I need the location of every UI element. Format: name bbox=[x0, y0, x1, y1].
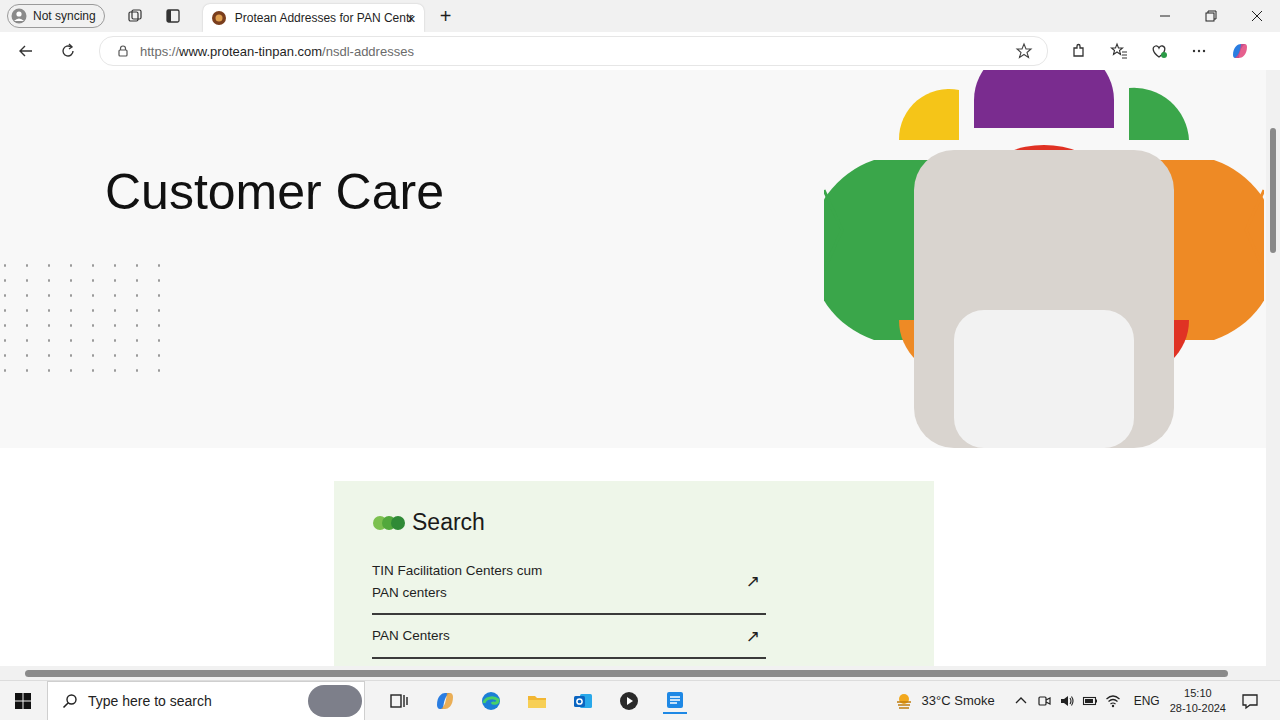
arrow-icon: ↗ bbox=[746, 571, 760, 592]
volume-icon[interactable] bbox=[1059, 693, 1075, 709]
horizontal-scrollbar[interactable] bbox=[0, 666, 1280, 680]
taskbar: Type here to search 33°C Smoke ENG 15:10… bbox=[0, 680, 1280, 720]
extensions-icon[interactable] bbox=[1070, 42, 1088, 60]
tab-bar: Not syncing Protean Addresses for PAN Ce… bbox=[0, 0, 1280, 32]
search-placeholder: Type here to search bbox=[88, 693, 212, 709]
clock-date: 28-10-2024 bbox=[1170, 701, 1226, 716]
search-title: Search bbox=[412, 509, 485, 536]
battery-icon[interactable] bbox=[1082, 693, 1098, 709]
customer-care-illustration bbox=[824, 70, 1264, 448]
file-explorer-icon[interactable] bbox=[525, 689, 549, 713]
refresh-icon[interactable] bbox=[59, 42, 77, 60]
clock[interactable]: 15:10 28-10-2024 bbox=[1170, 686, 1226, 716]
favicon-icon bbox=[211, 10, 227, 26]
minimize-icon[interactable] bbox=[1142, 1, 1188, 31]
brand-dots-icon bbox=[372, 515, 406, 531]
notifications-icon[interactable] bbox=[1240, 691, 1260, 711]
search-highlight-image bbox=[308, 685, 362, 717]
page-viewport: Customer Care Search TIN Facilitation Ce… bbox=[0, 70, 1280, 680]
new-tab-button[interactable]: + bbox=[440, 5, 452, 28]
workspaces-icon[interactable] bbox=[127, 8, 143, 24]
profile-button[interactable]: Not syncing bbox=[7, 4, 105, 28]
taskbar-search[interactable]: Type here to search bbox=[47, 681, 365, 720]
vertical-scrollbar[interactable] bbox=[1266, 70, 1280, 666]
scroll-thumb[interactable] bbox=[25, 670, 1228, 677]
close-icon[interactable] bbox=[1234, 1, 1280, 31]
windows-start-icon[interactable] bbox=[14, 692, 32, 710]
illustration-image-icon bbox=[824, 70, 1264, 448]
haze-weather-icon bbox=[894, 691, 914, 711]
weather-text: 33°C Smoke bbox=[922, 693, 995, 708]
tab-close-button[interactable]: × bbox=[407, 10, 416, 27]
url-text: https://www.protean-tinpan.com/nsdl-addr… bbox=[140, 44, 414, 59]
address-bar[interactable]: https://www.protean-tinpan.com/nsdl-addr… bbox=[99, 36, 1048, 66]
notes-app-icon[interactable] bbox=[663, 688, 687, 714]
dot-pattern bbox=[0, 258, 165, 373]
avatar-icon bbox=[11, 8, 27, 24]
task-view-icon[interactable] bbox=[387, 689, 411, 713]
show-hidden-icons-icon[interactable] bbox=[1013, 693, 1029, 709]
weather-widget[interactable]: 33°C Smoke bbox=[894, 691, 995, 711]
more-icon[interactable] bbox=[1190, 42, 1208, 60]
hero-banner: Customer Care bbox=[0, 70, 1266, 448]
copilot-app-icon[interactable] bbox=[433, 689, 457, 713]
clock-time: 15:10 bbox=[1184, 686, 1212, 701]
profile-label: Not syncing bbox=[33, 9, 96, 23]
page-heading: Customer Care bbox=[0, 70, 444, 222]
tab-actions-icon[interactable] bbox=[165, 8, 181, 24]
media-player-icon[interactable] bbox=[617, 689, 641, 713]
toolbar: https://www.protean-tinpan.com/nsdl-addr… bbox=[0, 32, 1280, 70]
search-link[interactable]: PAN Centers ↗ bbox=[372, 615, 766, 659]
search-card: Search TIN Facilitation Centers cum PAN … bbox=[334, 481, 934, 666]
scroll-thumb[interactable] bbox=[1270, 128, 1276, 253]
copilot-icon[interactable] bbox=[1230, 41, 1250, 61]
search-link[interactable]: TIN Facilitation Centers cum PAN centers… bbox=[372, 550, 766, 615]
arrow-icon: ↗ bbox=[746, 626, 760, 647]
search-link-label: PAN Centers bbox=[372, 625, 450, 647]
search-link-label: TIN Facilitation Centers cum PAN centers bbox=[372, 560, 567, 603]
browser-essentials-icon[interactable] bbox=[1150, 42, 1168, 60]
web-page: Customer Care Search TIN Facilitation Ce… bbox=[0, 70, 1266, 666]
wifi-icon[interactable] bbox=[1105, 693, 1121, 709]
browser-window: Not syncing Protean Addresses for PAN Ce… bbox=[0, 0, 1280, 720]
search-icon bbox=[62, 693, 78, 709]
favorites-icon[interactable] bbox=[1110, 42, 1128, 60]
lock-icon bbox=[116, 44, 130, 58]
restore-icon[interactable] bbox=[1188, 1, 1234, 31]
favorite-star-icon[interactable] bbox=[1015, 42, 1033, 60]
outlook-icon[interactable] bbox=[571, 689, 595, 713]
tab-title: Protean Addresses for PAN Centr bbox=[235, 11, 399, 25]
meet-now-icon[interactable] bbox=[1036, 693, 1052, 709]
browser-tab[interactable]: Protean Addresses for PAN Centr × bbox=[203, 4, 424, 32]
edge-icon[interactable] bbox=[479, 689, 503, 713]
language-indicator[interactable]: ENG bbox=[1134, 694, 1160, 708]
back-icon[interactable] bbox=[17, 42, 35, 60]
